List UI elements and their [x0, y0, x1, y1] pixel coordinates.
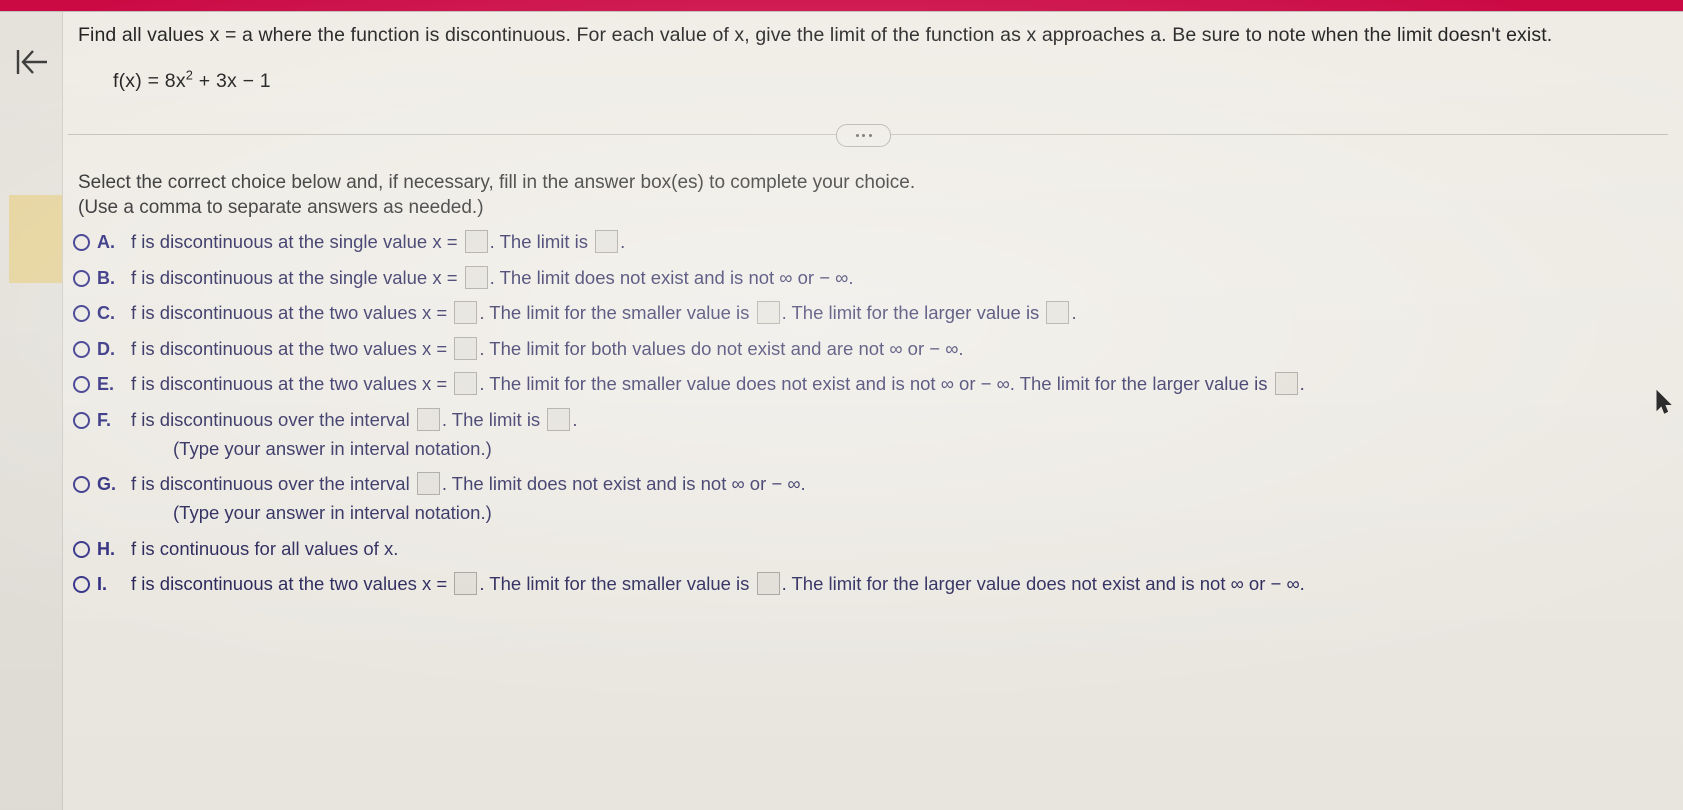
choice-text-segment: . [1071, 302, 1077, 323]
choice-text: f is discontinuous over the interval . T… [131, 407, 1673, 461]
problem-content-pane: Find all values x = a where the function… [63, 12, 1683, 810]
choice-text: f is discontinuous at the single value x… [131, 230, 1673, 254]
choice-text-segment: f is discontinuous over the interval [131, 473, 410, 494]
choice-letter: G. [97, 474, 117, 494]
choice-letter: D. [97, 338, 115, 359]
choice-text-segment: . [1299, 373, 1305, 394]
instruction-line-1: Select the correct choice below and, if … [78, 172, 916, 193]
choice-list: A. f is discontinuous at the single value… [73, 230, 1673, 608]
choice-letter: A. [97, 232, 115, 252]
answer-input-box[interactable] [454, 372, 478, 395]
choice-text: f is discontinuous at the two values x =… [131, 336, 1673, 361]
choice-row[interactable]: F. f is discontinuous over the interval .… [73, 407, 1673, 461]
choice-text-segment: f is discontinuous over the interval [131, 408, 410, 430]
screen-surface: Find all values x = a where the function… [0, 0, 1683, 810]
app-top-bar [0, 0, 1683, 11]
choice-text-segment: f is discontinuous at the two values x = [131, 573, 448, 594]
answer-input-box[interactable] [1046, 301, 1070, 324]
choice-row[interactable]: G. f is discontinuous over the interval .… [73, 472, 1673, 525]
radio-button[interactable] [73, 305, 90, 322]
choice-text-segment: . The limit is [489, 231, 589, 252]
dot-2 [862, 134, 865, 137]
choice-letter: C. [97, 303, 115, 323]
choice-text-segment: . [620, 231, 626, 252]
radio-button[interactable] [73, 411, 90, 429]
radio-button[interactable] [73, 269, 90, 287]
choice-text-segment: . The limit for the smaller value is [479, 573, 750, 594]
problem-formula: f(x) = 8x2 + 3x − 1 [113, 69, 271, 93]
choice-text: f is discontinuous over the interval . T… [131, 472, 1673, 525]
choice-text: f is continuous for all values of x. [131, 537, 1673, 561]
choice-text: f is discontinuous at the two values x =… [131, 372, 1673, 396]
answer-input-box[interactable] [547, 407, 571, 431]
choice-text-segment: f is discontinuous at the single value x… [131, 266, 458, 288]
choice-text: f is discontinuous at the two values x =… [131, 572, 1673, 596]
radio-button[interactable] [73, 340, 90, 358]
radio-button[interactable] [73, 540, 90, 558]
choice-text-segment: f is discontinuous at the two values x = [131, 337, 448, 359]
choice-row[interactable]: D. f is discontinuous at the two values x… [73, 336, 1673, 361]
formula-suffix: + 3x − 1 [193, 70, 271, 92]
choice-row[interactable]: H. f is continuous for all values of x. [73, 537, 1673, 561]
choice-letter: I. [97, 574, 108, 594]
dot-1 [855, 134, 859, 137]
choice-row[interactable]: A. f is discontinuous at the single value… [73, 230, 1673, 254]
answer-input-box[interactable] [454, 336, 478, 360]
answer-input-box[interactable] [1274, 372, 1298, 395]
choice-text-segment: . The limit for the smaller value does n… [479, 373, 1268, 394]
choice-text-segment: . The limit is [441, 408, 541, 430]
choice-note: (Type your answer in interval notation.) [173, 437, 492, 459]
choice-note: (Type your answer in interval notation.) [173, 502, 492, 523]
answer-input-box[interactable] [416, 407, 440, 431]
answer-input-box[interactable] [464, 230, 488, 253]
choice-letter: F. [97, 409, 112, 430]
left-rail-highlight [9, 195, 62, 283]
choice-text-segment: . The limit does not exist and is not ∞ … [441, 473, 806, 494]
choice-row[interactable]: I. f is discontinuous at the two values x… [73, 572, 1673, 596]
choice-letter: H. [97, 538, 115, 559]
choice-text-segment: . The limit does not exist and is not ∞ … [489, 266, 854, 288]
answer-input-box[interactable] [595, 230, 619, 253]
answer-input-box[interactable] [454, 301, 478, 324]
choice-text-segment: f is discontinuous at the two values x = [131, 302, 448, 323]
choice-text-segment: f is continuous for all values of x. [131, 537, 399, 559]
answer-input-box[interactable] [454, 572, 478, 595]
choice-text-segment: . The limit for the larger value is [781, 302, 1040, 323]
radio-button[interactable] [73, 576, 90, 593]
collapse-panel-icon[interactable] [11, 40, 53, 84]
choice-letter: B. [97, 267, 115, 288]
choice-text-segment: . The limit for the larger value does no… [781, 573, 1305, 594]
choice-text: f is discontinuous at the two values x =… [131, 301, 1673, 325]
answer-input-box[interactable] [756, 301, 780, 324]
choice-text: f is discontinuous at the single value x… [131, 265, 1673, 290]
radio-button[interactable] [73, 476, 90, 493]
answer-input-box[interactable] [416, 472, 440, 495]
left-rail [0, 12, 63, 810]
choice-text-segment: f is discontinuous at the two values x = [131, 373, 448, 394]
choice-row[interactable]: E. f is discontinuous at the two values x… [73, 372, 1673, 396]
dot-3 [868, 134, 872, 137]
answer-input-box[interactable] [756, 572, 780, 595]
choice-row[interactable]: C. f is discontinuous at the two values x… [73, 301, 1673, 325]
more-options-dots-icon[interactable] [836, 124, 891, 147]
problem-prompt: Find all values x = a where the function… [78, 24, 1553, 46]
answer-input-box[interactable] [464, 265, 488, 289]
instruction-text: Select the correct choice below and, if … [78, 170, 915, 220]
formula-prefix: f(x) = 8x [113, 70, 186, 92]
instruction-line-2: (Use a comma to separate answers as need… [78, 197, 484, 218]
radio-button[interactable] [73, 376, 90, 393]
choice-text-segment: . The limit for both values do not exist… [479, 337, 964, 359]
choice-text-segment: . [572, 408, 578, 430]
radio-button[interactable] [73, 234, 90, 251]
choice-row[interactable]: B. f is discontinuous at the single value… [73, 265, 1673, 290]
choice-text-segment: . The limit for the smaller value is [479, 302, 750, 323]
choice-text-segment: f is discontinuous at the single value x… [131, 231, 458, 252]
choice-letter: E. [97, 374, 115, 394]
